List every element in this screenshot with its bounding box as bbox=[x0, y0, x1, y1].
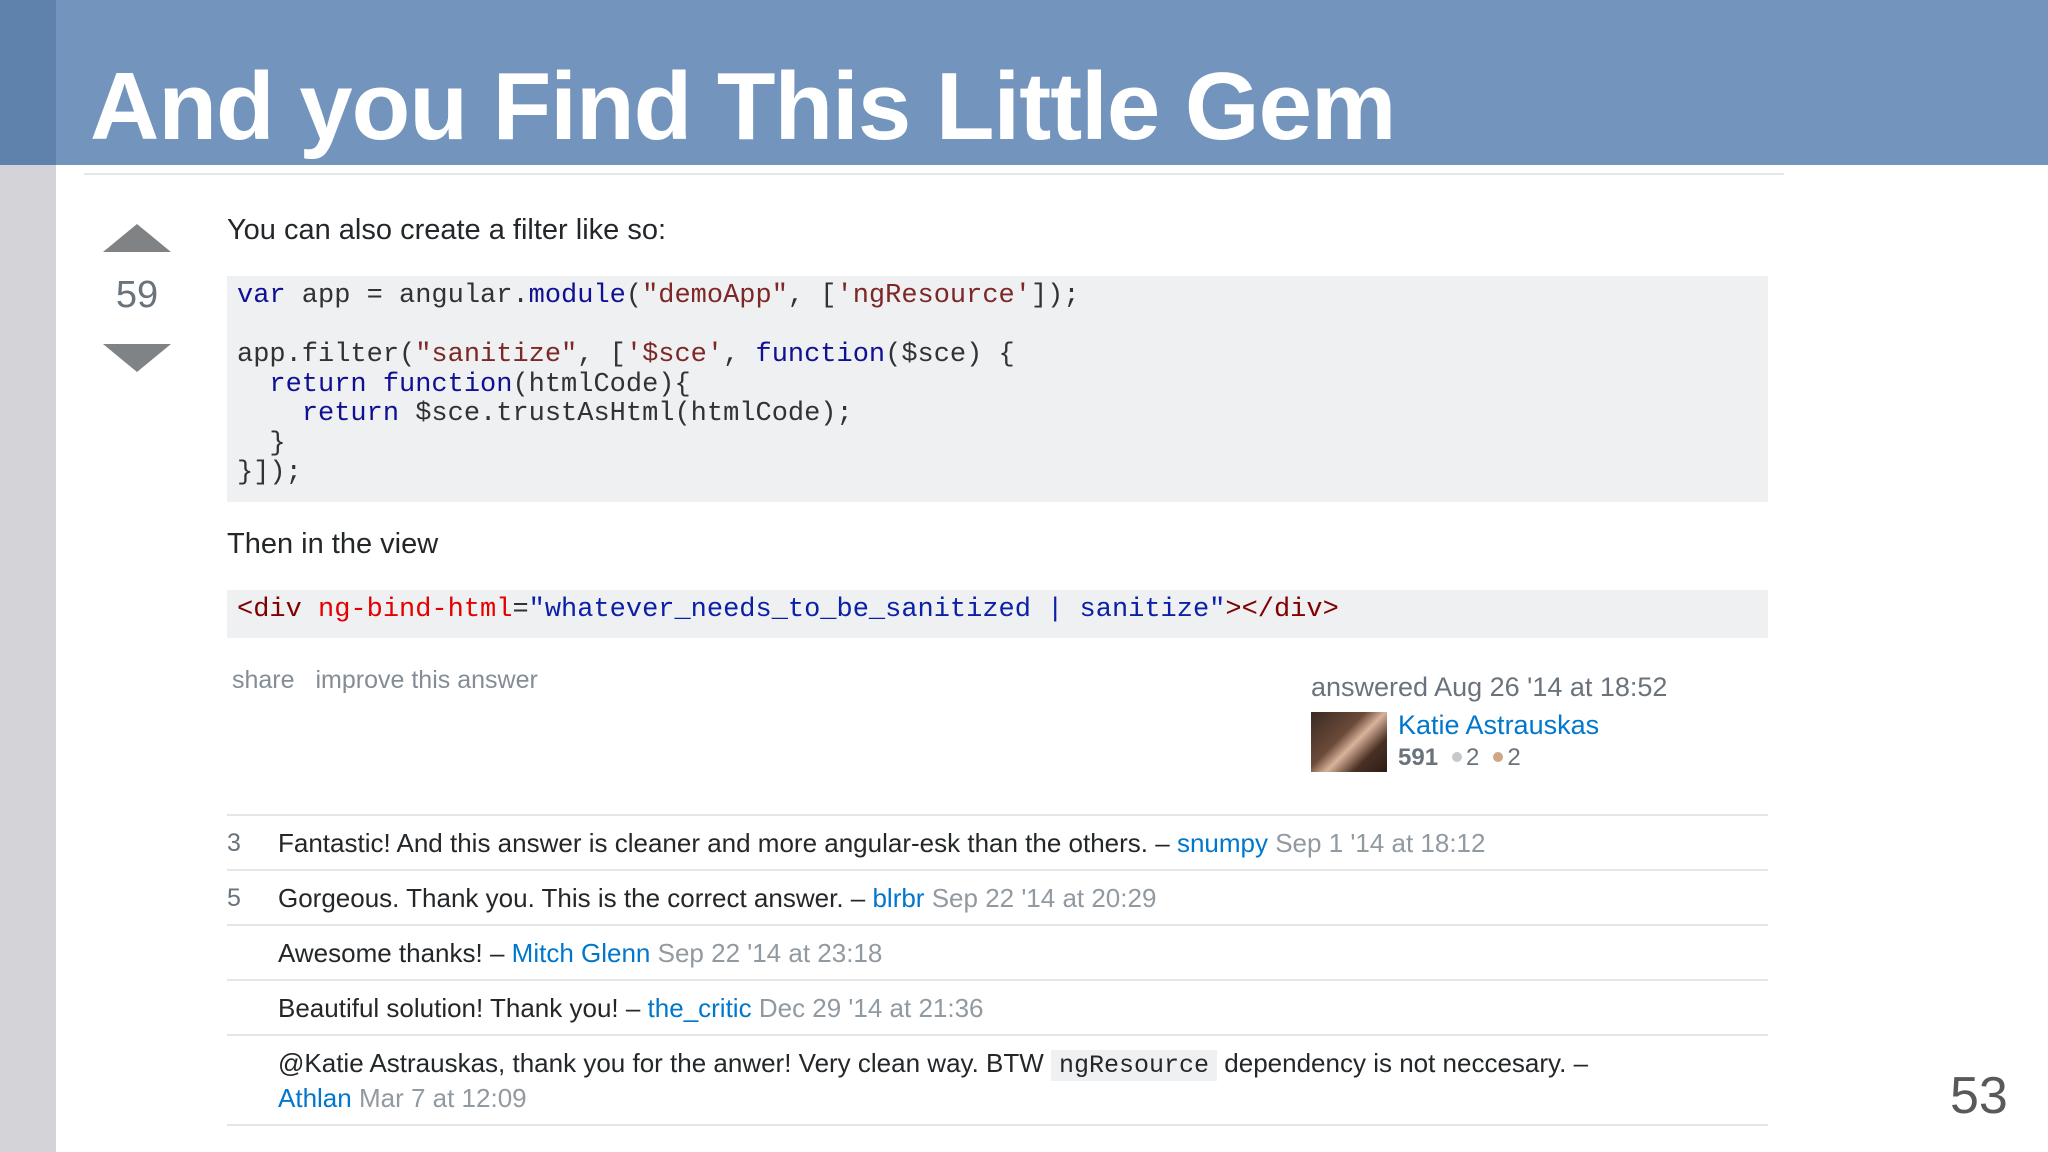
rail-accent bbox=[0, 0, 56, 165]
upvote-arrow-icon[interactable] bbox=[103, 224, 171, 252]
improve-answer-link[interactable]: improve this answer bbox=[316, 666, 538, 694]
avatar[interactable] bbox=[1311, 712, 1387, 772]
code-token: return bbox=[301, 399, 400, 429]
comment: Beautiful solution! Thank you! – the_cri… bbox=[227, 979, 1768, 1034]
code-token: , [ bbox=[577, 340, 626, 370]
answered-timestamp: answered Aug 26 '14 at 18:52 bbox=[1311, 672, 1668, 702]
code-token: ]); bbox=[1030, 281, 1080, 311]
comment-date: Mar 7 at 12:09 bbox=[358, 1083, 527, 1113]
comment-text: Beautiful solution! Thank you! – bbox=[278, 993, 648, 1023]
code-token: "whatever_needs_to_be_sanitized | saniti… bbox=[528, 595, 1226, 625]
divider bbox=[84, 173, 1784, 175]
comment-date: Sep 22 '14 at 23:18 bbox=[657, 938, 883, 968]
silver-badge-count: 2 bbox=[1466, 744, 1480, 771]
comment: 5 Gorgeous. Thank you. This is the corre… bbox=[227, 869, 1768, 924]
comment-text: Awesome thanks! – bbox=[278, 938, 512, 968]
code-token: ($sce) { bbox=[885, 340, 1015, 370]
answer-view-text: Then in the view bbox=[227, 528, 439, 560]
comment-user-link[interactable]: the_critic bbox=[648, 993, 752, 1023]
slide-title: And you Find This Little Gem bbox=[90, 53, 1396, 160]
code-token: , [ bbox=[787, 281, 837, 311]
code-token: app.filter( bbox=[237, 340, 416, 370]
comment-score: 5 bbox=[227, 884, 241, 912]
code-block-js: var app = angular.module("demoApp", ['ng… bbox=[227, 276, 1768, 502]
comment-text: Fantastic! And this answer is cleaner an… bbox=[278, 828, 1177, 858]
comment-text: Gorgeous. Thank you. This is the correct… bbox=[278, 883, 873, 913]
code-token: } bbox=[237, 428, 286, 459]
code-token: module bbox=[528, 281, 626, 311]
left-rail bbox=[0, 0, 56, 1152]
comment-text: dependency is not neccesary. – bbox=[1217, 1048, 1589, 1078]
silver-badge-icon bbox=[1452, 752, 1463, 763]
comment-date: Sep 1 '14 at 18:12 bbox=[1275, 828, 1486, 858]
user-name-link[interactable]: Katie Astrauskas bbox=[1398, 710, 1599, 741]
comment-user-link[interactable]: snumpy bbox=[1177, 828, 1268, 858]
code-block-html: <div ng-bind-html="whatever_needs_to_be_… bbox=[227, 590, 1768, 638]
post-menu: share improve this answer bbox=[232, 666, 552, 695]
reputation-score: 591 bbox=[1398, 744, 1439, 771]
code-token: = bbox=[512, 595, 529, 625]
comment-date: Dec 29 '14 at 21:36 bbox=[758, 993, 984, 1023]
comment: 3 Fantastic! And this answer is cleaner … bbox=[227, 814, 1768, 869]
code-token: ></div> bbox=[1225, 595, 1339, 625]
code-token: 'ngResource' bbox=[836, 281, 1031, 311]
page-number: 53 bbox=[1950, 1067, 2008, 1125]
bronze-badge-count: 2 bbox=[1507, 744, 1521, 771]
comment-text: @Katie Astrauskas, thank you for the anw… bbox=[278, 1048, 1052, 1078]
comment-user-link[interactable]: Athlan bbox=[278, 1083, 352, 1113]
comment-user-link[interactable]: Mitch Glenn bbox=[512, 938, 651, 968]
comment: @Katie Astrauskas, thank you for the anw… bbox=[227, 1034, 1768, 1126]
downvote-arrow-icon[interactable] bbox=[103, 344, 171, 372]
comment-inline-code: ngResource bbox=[1051, 1050, 1218, 1081]
answer-intro-text: You can also create a filter like so: bbox=[227, 214, 667, 246]
comment-date: Sep 22 '14 at 20:29 bbox=[931, 883, 1157, 913]
code-token: "demoApp" bbox=[642, 281, 788, 311]
comment-user-link[interactable]: blrbr bbox=[872, 883, 924, 913]
code-token: function bbox=[382, 369, 513, 400]
share-link[interactable]: share bbox=[232, 666, 295, 694]
code-token: function bbox=[755, 340, 886, 370]
comment-score: 3 bbox=[227, 829, 241, 857]
code-token: var bbox=[237, 281, 286, 311]
code-token: }]); bbox=[237, 458, 302, 488]
user-signature: answered Aug 26 '14 at 18:52 Katie Astra… bbox=[1311, 672, 1771, 772]
code-token: ng-bind-html bbox=[318, 595, 513, 625]
comment: Awesome thanks! – Mitch Glenn Sep 22 '14… bbox=[227, 924, 1768, 979]
code-token: <div bbox=[237, 595, 302, 625]
code-token: (htmlCode){ bbox=[512, 369, 691, 400]
user-stats: 591 2 2 bbox=[1398, 744, 1521, 772]
bronze-badge-icon bbox=[1493, 752, 1504, 763]
code-token: '$sce' bbox=[625, 340, 724, 370]
code-token: , bbox=[723, 340, 756, 370]
vote-count: 59 bbox=[115, 274, 159, 316]
code-token: $sce.trustAsHtml(htmlCode); bbox=[399, 399, 853, 429]
code-token: return bbox=[269, 369, 367, 400]
code-token: ( bbox=[625, 281, 643, 311]
code-token: "sanitize" bbox=[415, 340, 578, 370]
comments-list: 3 Fantastic! And this answer is cleaner … bbox=[227, 814, 1768, 1126]
code-token: app = angular. bbox=[285, 281, 529, 311]
